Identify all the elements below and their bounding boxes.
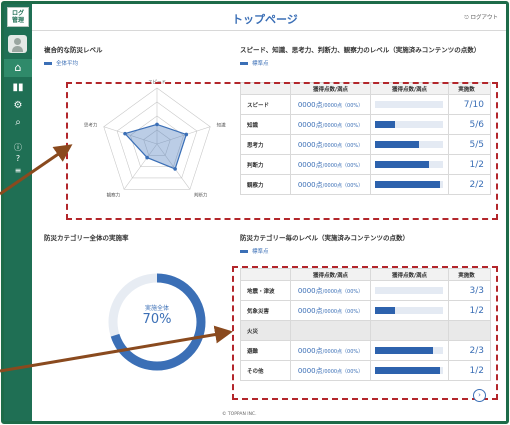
section-title-skills: スピード、知識、思考力、判断力、観察力のレベル（実施済みコンテンツの点数）	[240, 46, 481, 54]
section-title-category: 防災カテゴリー毎のレベル（実施済みコンテンツの点数）	[240, 234, 409, 242]
logout-button[interactable]: ⎋ ログアウト	[464, 13, 498, 22]
donut-center-label: 実施全体 70%	[142, 305, 172, 327]
page-title: トップページ	[232, 13, 298, 26]
list-icon[interactable]: ≡	[4, 166, 32, 175]
search-icon[interactable]: ⌕	[4, 117, 32, 128]
legend-standard-bottom: 標準点	[240, 247, 269, 255]
gear-icon[interactable]: ⚙	[4, 100, 32, 111]
logout-label: ログアウト	[470, 15, 498, 21]
highlight-box-top	[66, 82, 498, 220]
sidebar: ログ 管理 ⌂ ▮▮ ⚙ ⌕ ⓘ ? ≡	[4, 4, 32, 421]
section-title-rate: 防災カテゴリー全体の実施率	[44, 234, 129, 242]
help-icon[interactable]: ?	[4, 154, 32, 163]
home-icon[interactable]: ⌂	[4, 59, 32, 77]
divider	[32, 30, 506, 31]
chart-icon[interactable]: ▮▮	[4, 82, 32, 93]
legend-average: 全体平均	[44, 59, 78, 67]
legend-standard-top: 標準点	[240, 59, 269, 67]
app-window: ログ 管理 ⌂ ▮▮ ⚙ ⌕ ⓘ ? ≡ › トップページ ⎋ ログアウト 複合…	[1, 1, 509, 424]
footer-copyright: © TOPPAN INC.	[222, 412, 257, 417]
section-title-level: 複合的な防災レベル	[44, 46, 103, 54]
info-icon[interactable]: ⓘ	[4, 142, 32, 153]
app-logo[interactable]: ログ 管理	[7, 7, 29, 27]
chevron-right-icon[interactable]: ›	[473, 389, 486, 402]
highlight-box-bottom	[232, 266, 498, 400]
avatar[interactable]	[8, 35, 27, 53]
